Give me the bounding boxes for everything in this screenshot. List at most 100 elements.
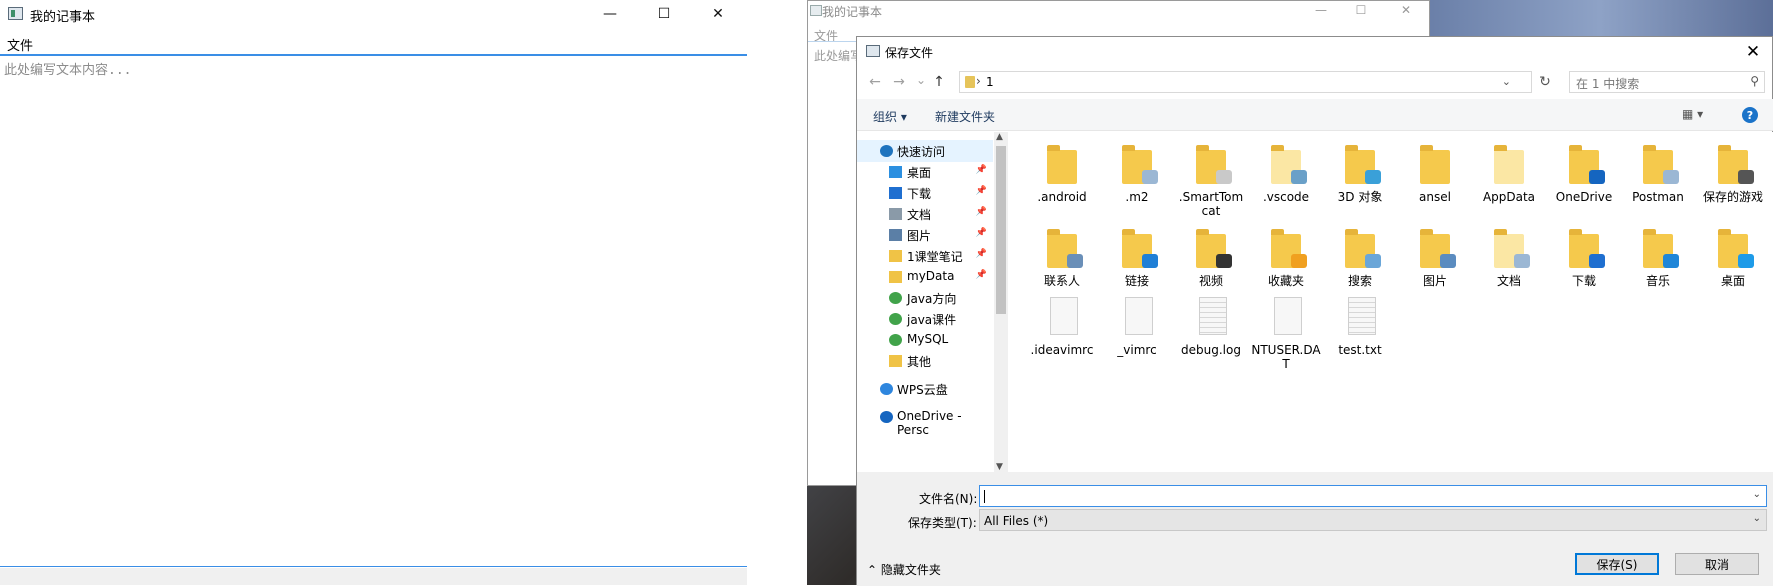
hide-folders-button[interactable]: ⌃ 隐藏文件夹 xyxy=(867,561,941,578)
up-arrow-icon[interactable]: ↑ xyxy=(929,72,949,92)
nav-scrollbar[interactable]: ▲ ▼ xyxy=(994,132,1008,472)
scroll-down-icon[interactable]: ▼ xyxy=(996,462,1003,472)
cancel-button[interactable]: 取消 xyxy=(1675,553,1759,575)
folder-icon xyxy=(1643,144,1679,184)
folder-icon xyxy=(1196,228,1232,268)
help-icon[interactable]: ? xyxy=(1742,107,1758,123)
file-name: .ideavimrc xyxy=(1030,343,1094,357)
nav-item[interactable]: java课件 xyxy=(857,308,993,330)
refresh-icon[interactable]: ↻ xyxy=(1535,72,1555,92)
organize-button[interactable]: 组织 ▾ xyxy=(873,108,907,125)
maximize-button[interactable]: ☐ xyxy=(1341,1,1381,19)
view-options-button[interactable]: ▦ ▾ xyxy=(1682,107,1712,123)
nav-item[interactable]: WPS云盘 xyxy=(857,378,993,400)
folder-item[interactable]: 文档 xyxy=(1474,228,1544,288)
folder-item[interactable]: 联系人 xyxy=(1027,228,1097,288)
desktop-gap xyxy=(747,0,807,585)
chevron-down-icon[interactable]: ⌄ xyxy=(1502,75,1511,88)
address-bar[interactable]: › 1 ⌄ xyxy=(959,71,1532,93)
close-button[interactable]: ✕ xyxy=(695,0,741,28)
folder-item[interactable]: 视频 xyxy=(1176,228,1246,288)
chevron-down-icon[interactable]: ⌄ xyxy=(1753,513,1761,524)
text-caret xyxy=(984,490,985,503)
filename-input[interactable]: ⌄ xyxy=(979,485,1767,507)
folder-item[interactable]: .vscode xyxy=(1251,144,1321,204)
navigation-pane: 快速访问 桌面 📌 下载 📌 文档 📌 图片 📌 1课堂笔记 📌 myData 📌 Java方向 java课… xyxy=(857,132,993,472)
download-icon xyxy=(889,187,902,199)
nav-item[interactable]: 下载 📌 xyxy=(857,182,993,204)
pin-icon[interactable]: 📌 xyxy=(976,249,987,259)
scroll-thumb[interactable] xyxy=(996,146,1006,314)
nav-item[interactable]: 文档 📌 xyxy=(857,203,993,225)
nav-item[interactable]: OneDrive - Persc xyxy=(857,406,993,437)
file-item[interactable]: .ideavimrc xyxy=(1027,297,1097,357)
close-icon[interactable]: ✕ xyxy=(1736,37,1770,67)
folder-item[interactable]: .android xyxy=(1027,144,1097,204)
folder-item[interactable]: 链接 xyxy=(1102,228,1172,288)
folder-item[interactable]: 3D 对象 xyxy=(1325,144,1395,204)
folder-item[interactable]: AppData xyxy=(1474,144,1544,204)
close-button[interactable]: ✕ xyxy=(1386,1,1426,19)
folder-icon xyxy=(1569,144,1605,184)
folder-item[interactable]: Postman xyxy=(1623,144,1693,204)
pin-icon[interactable]: 📌 xyxy=(976,186,987,196)
file-item[interactable]: _vimrc xyxy=(1102,297,1172,357)
text-editor[interactable]: 此处编写文本内容... xyxy=(0,58,747,567)
minimize-button[interactable]: — xyxy=(587,0,633,28)
nav-item[interactable]: MySQL xyxy=(857,329,993,351)
file-name: 下载 xyxy=(1571,274,1596,288)
filetype-select[interactable]: All Files (*) ⌄ xyxy=(979,509,1767,531)
nav-item[interactable]: 1课堂笔记 📌 xyxy=(857,245,993,267)
file-item[interactable]: NTUSER.DAT xyxy=(1251,297,1321,371)
file-item[interactable]: test.txt xyxy=(1325,297,1395,357)
dialog-footer: 文件名(N): ⌄ 保存类型(T): All Files (*) ⌄ ⌃ 隐藏文… xyxy=(857,472,1773,586)
file-name: test.txt xyxy=(1338,343,1382,357)
file-name: OneDrive xyxy=(1555,190,1613,204)
file-name: 音乐 xyxy=(1645,274,1670,288)
pin-icon[interactable]: 📌 xyxy=(976,270,987,280)
maximize-button[interactable]: ☐ xyxy=(641,0,687,28)
file-item[interactable]: debug.log xyxy=(1176,297,1246,357)
folder-item[interactable]: .m2 xyxy=(1102,144,1172,204)
nav-item-label: WPS云盘 xyxy=(897,383,948,397)
folder-item[interactable]: 保存的游戏 xyxy=(1698,144,1768,204)
pin-icon[interactable]: 📌 xyxy=(976,165,987,175)
folder-item[interactable]: 搜索 xyxy=(1325,228,1395,288)
sync-folder-icon xyxy=(889,292,902,304)
folder-item[interactable]: OneDrive xyxy=(1549,144,1619,204)
folder-icon xyxy=(1196,144,1232,184)
search-input[interactable]: 在 1 中搜索 ⚲ xyxy=(1569,71,1765,93)
sync-folder-icon xyxy=(889,334,902,346)
nav-item-label: myData xyxy=(907,269,955,283)
folder-item[interactable]: 下载 xyxy=(1549,228,1619,288)
folder-item[interactable]: 图片 xyxy=(1400,228,1470,288)
command-bar: 组织 ▾ 新建文件夹 ▦ ▾ ? xyxy=(857,99,1773,131)
folder-item[interactable]: 收藏夹 xyxy=(1251,228,1321,288)
nav-item[interactable]: 其他 xyxy=(857,350,993,372)
scroll-up-icon[interactable]: ▲ xyxy=(996,132,1003,142)
background-window-title: 我的记事本 xyxy=(822,5,883,19)
menu-file[interactable]: 文件 xyxy=(7,35,33,54)
breadcrumb-item[interactable]: 1 xyxy=(986,75,994,89)
minimize-button[interactable]: — xyxy=(1301,1,1341,19)
pin-icon[interactable]: 📌 xyxy=(976,207,987,217)
folder-icon xyxy=(1569,228,1605,268)
nav-item[interactable]: myData 📌 xyxy=(857,266,993,288)
pin-icon[interactable]: 📌 xyxy=(976,228,987,238)
recent-locations-icon[interactable]: ⌄ xyxy=(911,70,931,90)
nav-item[interactable]: 图片 📌 xyxy=(857,224,993,246)
nav-item[interactable]: Java方向 xyxy=(857,287,993,309)
back-arrow-icon[interactable]: ← xyxy=(865,72,885,92)
nav-item[interactable]: 快速访问 xyxy=(857,140,993,162)
file-name: .m2 xyxy=(1125,190,1149,204)
folder-item[interactable]: .SmartTomcat xyxy=(1176,144,1246,218)
folder-item[interactable]: ansel xyxy=(1400,144,1470,204)
save-button[interactable]: 保存(S) xyxy=(1575,553,1659,575)
folder-item[interactable]: 桌面 xyxy=(1698,228,1768,288)
nav-item[interactable]: 桌面 📌 xyxy=(857,161,993,183)
forward-arrow-icon[interactable]: → xyxy=(889,72,909,92)
filetype-label: 保存类型(T): xyxy=(908,516,977,530)
new-folder-button[interactable]: 新建文件夹 xyxy=(935,108,995,125)
folder-item[interactable]: 音乐 xyxy=(1623,228,1693,288)
chevron-down-icon[interactable]: ⌄ xyxy=(1753,489,1761,500)
